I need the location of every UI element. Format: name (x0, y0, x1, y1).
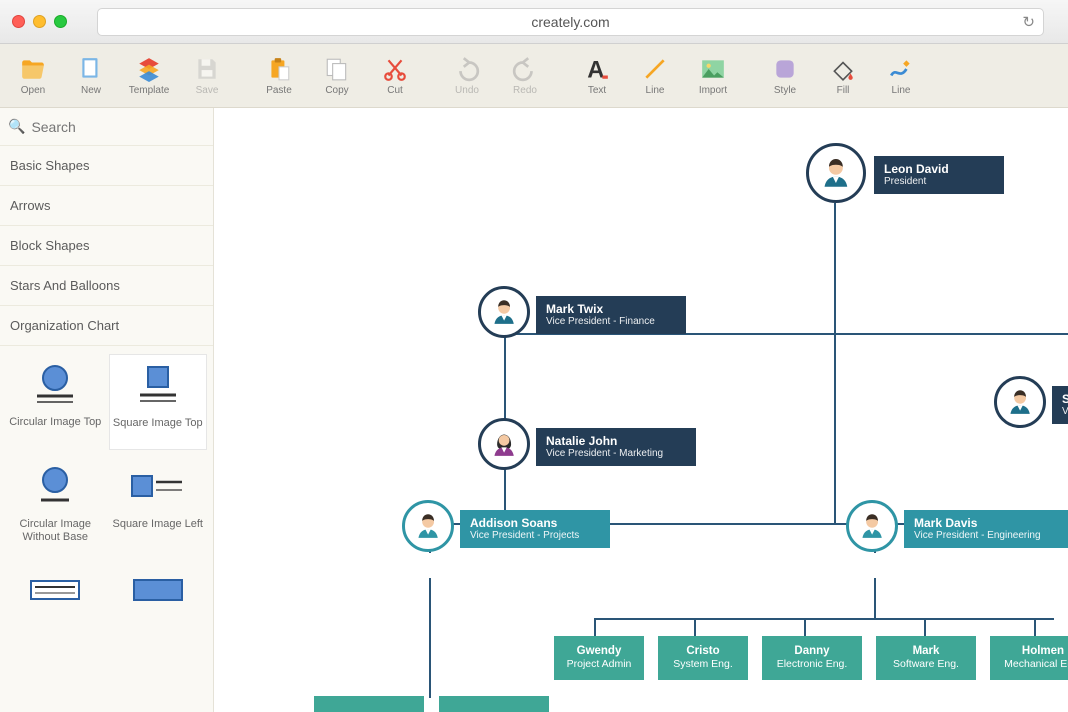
reload-icon[interactable]: ↻ (1022, 13, 1035, 31)
text-icon: A (584, 56, 610, 82)
connector (594, 618, 1054, 620)
style-icon (772, 56, 798, 82)
org-node-vp-projects-avatar[interactable] (402, 500, 454, 552)
org-node-vp-engineering-avatar[interactable] (846, 500, 898, 552)
save-icon (194, 56, 220, 82)
org-leaf-gwendy[interactable]: Gwendy Project Admin (554, 636, 644, 680)
style-button[interactable]: Style (758, 48, 812, 104)
shapes-sidebar: 🔍 Basic Shapes Arrows Block Shapes Stars… (0, 108, 214, 712)
org-leaf-partial-1[interactable] (314, 696, 424, 712)
org-node-vp-finance-label[interactable]: Mark Twix Vice President - Finance (536, 296, 686, 334)
fill-icon (830, 56, 856, 82)
org-node-vp-marketing-avatar[interactable] (478, 418, 530, 470)
new-button[interactable]: New (64, 48, 118, 104)
open-button[interactable]: Open (6, 48, 60, 104)
maximize-window-button[interactable] (54, 15, 67, 28)
svg-text:A: A (587, 56, 604, 81)
line-button[interactable]: Line (628, 48, 682, 104)
category-org-chart[interactable]: Organization Chart (0, 306, 213, 346)
connector (874, 578, 876, 618)
workspace: 🔍 Basic Shapes Arrows Block Shapes Stars… (0, 108, 1068, 712)
shape-extra-2[interactable] (109, 558, 208, 654)
org-leaf-holmen[interactable]: Holmen Mechanical Eng. (990, 636, 1068, 680)
pencil-line-icon (888, 56, 914, 82)
cut-icon (382, 56, 408, 82)
shape-square-image-top[interactable]: Square Image Top (109, 354, 208, 450)
sidebar-search: 🔍 (0, 108, 213, 146)
org-node-vp-engineering-label[interactable]: Mark Davis Vice President - Engineering (904, 510, 1068, 548)
org-leaf-cristo[interactable]: Cristo System Eng. (658, 636, 748, 680)
paste-icon (266, 56, 292, 82)
save-button[interactable]: Save (180, 48, 234, 104)
org-leaf-mark[interactable]: Mark Software Eng. (876, 636, 976, 680)
template-icon (136, 56, 162, 82)
close-window-button[interactable] (12, 15, 25, 28)
redo-icon (512, 56, 538, 82)
window-controls (12, 15, 67, 28)
org-leaf-partial-2[interactable] (439, 696, 549, 712)
fill-button[interactable]: Fill (816, 48, 870, 104)
shape-square-image-left[interactable]: Square Image Left (109, 456, 208, 552)
org-node-vp-marketing-label[interactable]: Natalie John Vice President - Marketing (536, 428, 696, 466)
paste-button[interactable]: Paste (252, 48, 306, 104)
line-style-button[interactable]: Line (874, 48, 928, 104)
shape-extra-1[interactable] (6, 558, 105, 654)
category-basic-shapes[interactable]: Basic Shapes (0, 146, 213, 186)
url-text: creately.com (531, 14, 609, 30)
line-icon (642, 56, 668, 82)
browser-chrome: creately.com ↻ (0, 0, 1068, 44)
template-button[interactable]: Template (122, 48, 176, 104)
undo-icon (454, 56, 480, 82)
folder-open-icon (20, 56, 46, 82)
category-stars-balloons[interactable]: Stars And Balloons (0, 266, 213, 306)
copy-icon (324, 56, 350, 82)
url-bar[interactable]: creately.com ↻ (97, 8, 1044, 36)
category-block-shapes[interactable]: Block Shapes (0, 226, 213, 266)
org-node-vp-projects-label[interactable]: Addison Soans Vice President - Projects (460, 510, 610, 548)
shape-circular-image-top[interactable]: Circular Image Top (6, 354, 105, 450)
copy-button[interactable]: Copy (310, 48, 364, 104)
main-toolbar: Open New Template Save Paste Copy C (0, 44, 1068, 108)
search-input[interactable] (31, 119, 212, 135)
category-arrows[interactable]: Arrows (0, 186, 213, 226)
org-node-vp-hr-avatar[interactable] (994, 376, 1046, 428)
org-node-vp-hr-label[interactable]: Stephen George Vice President HR (1052, 386, 1068, 424)
org-node-vp-finance-avatar[interactable] (478, 286, 530, 338)
org-node-president-label[interactable]: Leon David President (874, 156, 1004, 194)
undo-button[interactable]: Undo (440, 48, 494, 104)
new-doc-icon (78, 56, 104, 82)
connector (834, 203, 836, 333)
org-node-president-avatar[interactable] (806, 143, 866, 203)
canvas[interactable]: Leon David President Mark Twix Vice Pres… (214, 108, 1068, 712)
shape-palette: Circular Image Top Square Image Top Circ… (0, 346, 213, 662)
import-button[interactable]: Import (686, 48, 740, 104)
search-icon: 🔍 (8, 118, 25, 135)
cut-button[interactable]: Cut (368, 48, 422, 104)
shape-circular-image-no-base[interactable]: Circular Image Without Base (6, 456, 105, 552)
redo-button[interactable]: Redo (498, 48, 552, 104)
minimize-window-button[interactable] (33, 15, 46, 28)
text-button[interactable]: A Text (570, 48, 624, 104)
import-icon (700, 56, 726, 82)
org-leaf-danny[interactable]: Danny Electronic Eng. (762, 636, 862, 680)
